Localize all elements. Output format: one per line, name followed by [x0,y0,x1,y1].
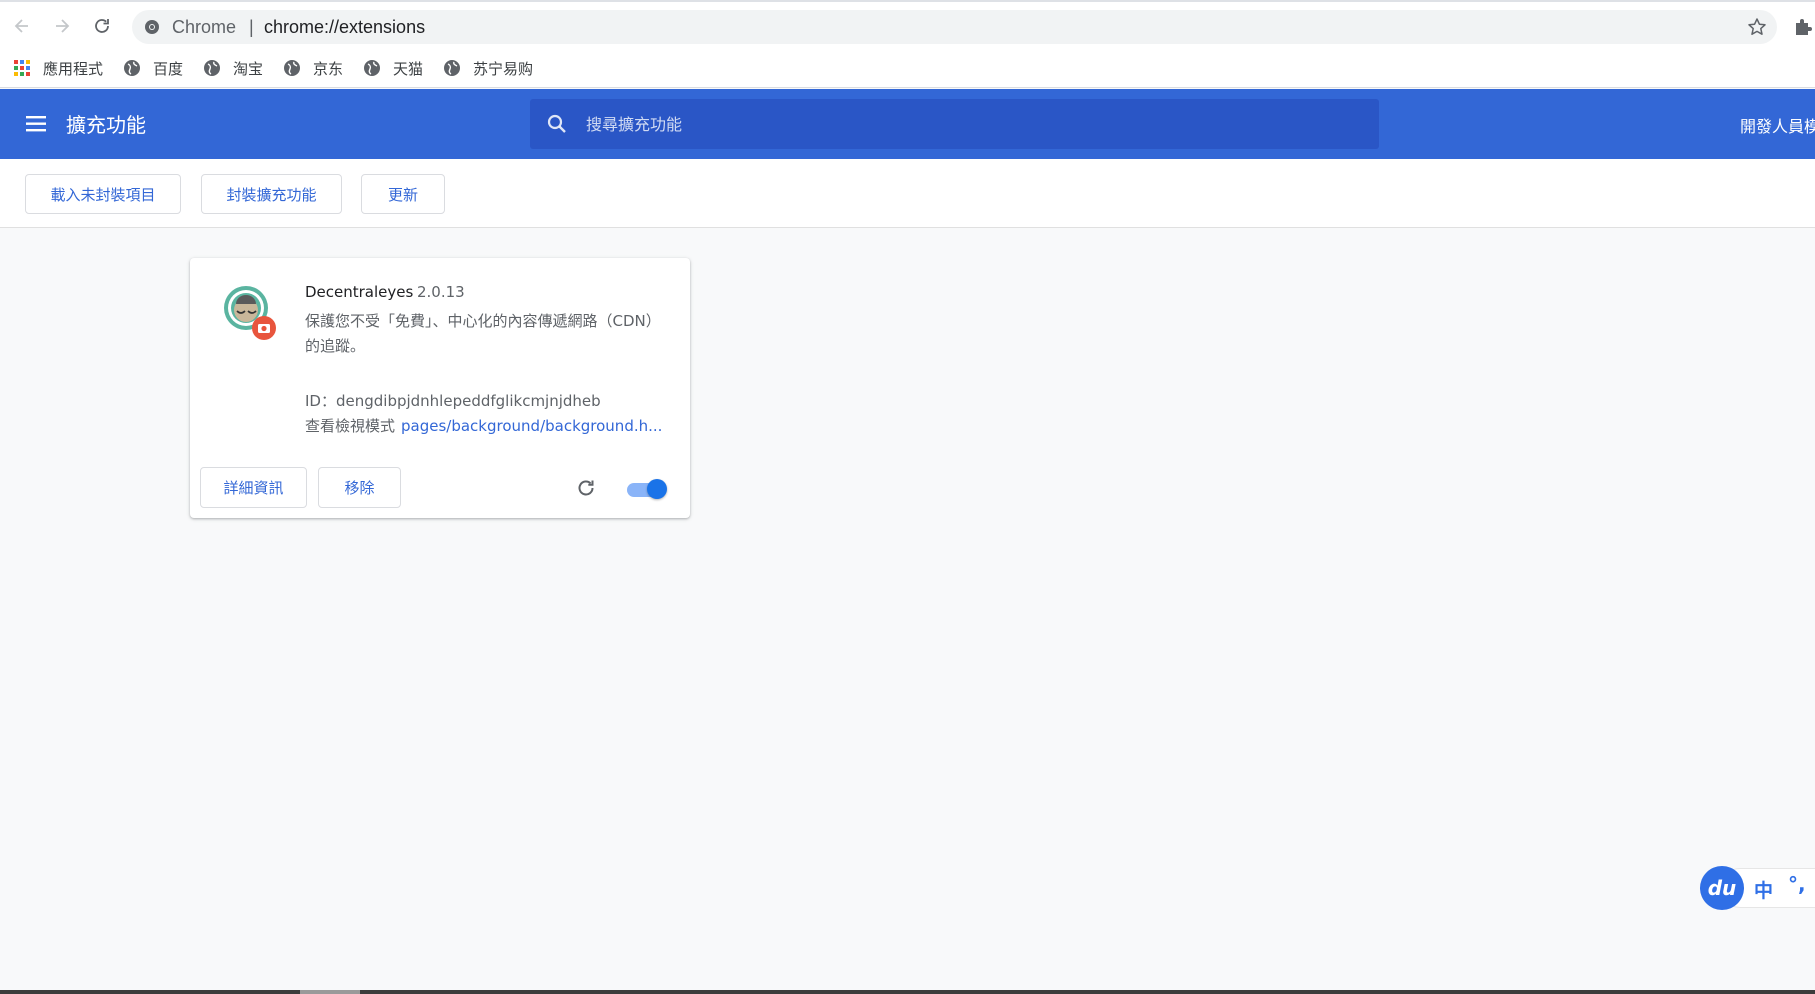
developer-mode-label[interactable]: 開發人員模 [1740,113,1815,137]
globe-icon [124,60,140,76]
bookmark-star-icon[interactable] [1747,17,1767,37]
reload-icon [95,19,109,33]
enable-toggle[interactable] [623,478,667,500]
globe-icon [204,60,220,76]
bookmark-taobao[interactable]: 淘宝 [203,57,263,79]
reload-page-button[interactable] [88,12,116,40]
taskbar-edge [0,990,1815,994]
bookmarks-bar: 應用程式 百度 淘宝 京东 天猫 苏宁易购 [0,48,1815,88]
load-unpacked-button[interactable]: 載入未封裝項目 [25,174,181,214]
details-button[interactable]: 詳細資訊 [200,467,307,508]
inspect-views: 查看檢視模式 pages/background/background.h... [305,415,662,436]
pack-extension-button[interactable]: 封裝擴充功能 [201,174,342,214]
extension-name: Decentraleyes [305,283,414,301]
hamburger-menu-icon[interactable] [24,111,50,137]
apps-grid-icon [14,60,30,76]
bookmark-label: 應用程式 [43,59,104,78]
bookmark-suning[interactable]: 苏宁易购 [443,57,533,79]
forward-button[interactable] [48,12,76,40]
page-title: 擴充功能 [66,113,146,137]
inspect-views-link[interactable]: pages/background/background.h... [401,417,662,435]
extension-description: 保護您不受「免費」、中心化的內容傳遞網路（CDN）的追蹤。 [305,312,661,355]
bookmark-label: 天猫 [393,59,424,78]
bookmark-label: 百度 [153,59,184,78]
bookmark-label: 苏宁易购 [473,59,534,78]
ime-toolbar[interactable]: du 中 °, [1700,866,1815,912]
bookmark-baidu[interactable]: 百度 [123,57,183,79]
browser-toolbar: Chrome | chrome://extensions [0,0,1815,48]
bookmark-label: 淘宝 [233,59,264,78]
extensions-header: 擴充功能 開發人員模 [0,89,1815,159]
developer-toolbar: 載入未封裝項目 封裝擴充功能 更新 [0,159,1815,228]
extension-card: Decentraleyes 2.0.13 保護您不受「免費」、中心化的內容傳遞網… [190,258,690,518]
bookmark-apps[interactable]: 應用程式 [13,57,103,79]
inspect-views-label: 查看檢視模式 [305,417,396,435]
search-box[interactable] [530,99,1379,149]
remove-button[interactable]: 移除 [318,467,401,508]
arrow-left-icon [14,19,28,33]
url-text[interactable]: chrome://extensions [264,17,425,38]
chrome-logo-icon [145,20,159,34]
globe-icon [284,60,300,76]
search-input[interactable] [586,111,1346,137]
reload-extension-icon[interactable] [574,476,598,500]
toggle-knob [647,479,667,499]
globe-icon [364,60,380,76]
taskbar-segment [300,990,360,994]
extension-version: 2.0.13 [417,283,465,301]
search-icon [547,114,566,133]
decentraleyes-logo-icon [224,286,276,340]
site-name: Chrome [172,17,237,37]
baidu-ime-logo-icon[interactable]: du [1700,866,1744,910]
extensions-puzzle-icon[interactable] [1792,16,1814,38]
bookmark-label: 京东 [313,59,344,78]
address-bar[interactable]: Chrome | chrome://extensions [132,10,1777,44]
url-separator: | [249,17,254,37]
bookmark-tmall[interactable]: 天猫 [363,57,423,79]
ime-mode[interactable]: 中 [1754,876,1773,903]
update-button[interactable]: 更新 [361,174,445,214]
extension-id: ID：dengdibpjdnhlepeddfglikcmjnjdheb [305,392,601,410]
ime-punctuation[interactable]: °, [1788,872,1806,896]
back-button[interactable] [8,12,36,40]
arrow-right-icon [56,19,70,33]
bookmark-jd[interactable]: 京东 [283,57,343,79]
globe-icon [444,60,460,76]
